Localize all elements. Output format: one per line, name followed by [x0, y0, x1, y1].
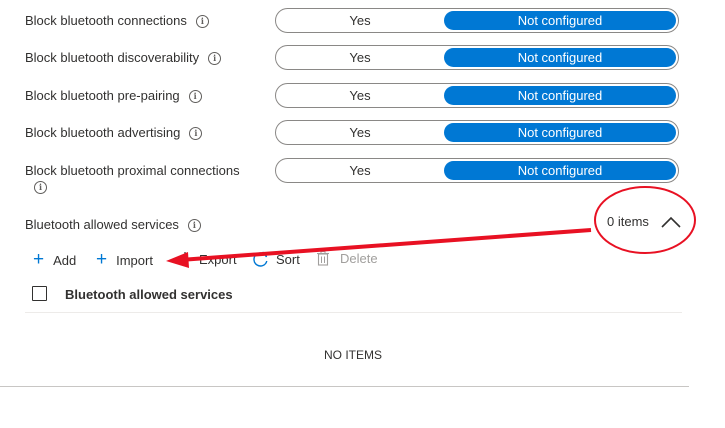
select-all-checkbox[interactable]: [32, 286, 47, 301]
setting-row-proximal: Block bluetooth proximal connections i Y…: [0, 158, 725, 198]
toggle-yes-option[interactable]: Yes: [276, 159, 444, 182]
setting-toggle: Yes Not configured: [275, 8, 679, 33]
setting-row-connections: Block bluetooth connections i Yes Not con…: [0, 8, 725, 34]
setting-label: Block bluetooth discoverability: [25, 50, 200, 65]
export-button-label: Export: [199, 251, 237, 267]
items-count: 0 items: [607, 214, 649, 229]
toggle-yes-option[interactable]: Yes: [276, 121, 444, 144]
chevron-up-icon[interactable]: [660, 215, 682, 229]
setting-label: Block bluetooth advertising: [25, 125, 181, 140]
add-button[interactable]: + Add: [33, 249, 77, 270]
empty-state-text: NO ITEMS: [323, 348, 382, 362]
table-divider: [25, 312, 682, 313]
trash-icon: [317, 251, 329, 266]
import-button-label: Import: [116, 252, 153, 268]
allowed-services-label: Bluetooth allowed services: [25, 217, 179, 232]
export-button[interactable]: Export: [178, 251, 237, 267]
toggle-yes-option[interactable]: Yes: [276, 9, 444, 32]
setting-toggle: Yes Not configured: [275, 83, 679, 108]
plus-icon: +: [33, 249, 45, 270]
setting-label: Block bluetooth proximal connections: [25, 163, 240, 178]
info-icon[interactable]: i: [195, 15, 209, 28]
delete-button[interactable]: Delete: [317, 251, 378, 266]
toggle-yes-option[interactable]: Yes: [276, 46, 444, 69]
toggle-not-configured-option[interactable]: Not configured: [444, 11, 676, 30]
add-button-label: Add: [53, 252, 77, 268]
import-button[interactable]: + Import: [96, 249, 153, 270]
setting-row-discoverability: Block bluetooth discoverability i Yes Not…: [0, 45, 725, 71]
setting-label: Block bluetooth connections: [25, 13, 187, 28]
toggle-not-configured-option[interactable]: Not configured: [444, 123, 676, 142]
section-divider: [0, 386, 689, 387]
sort-button-label: Sort: [276, 252, 300, 267]
delete-button-label: Delete: [340, 251, 378, 266]
sort-icon: [253, 251, 268, 267]
export-icon: [184, 252, 186, 263]
info-icon[interactable]: i: [208, 52, 222, 65]
sort-button[interactable]: Sort: [252, 251, 300, 268]
toggle-not-configured-option[interactable]: Not configured: [444, 161, 676, 180]
plus-icon: +: [96, 249, 108, 270]
setting-toggle: Yes Not configured: [275, 158, 679, 183]
setting-row-pre-pairing: Block bluetooth pre-pairing i Yes Not con…: [0, 83, 725, 109]
setting-toggle: Yes Not configured: [275, 45, 679, 70]
table-column-header[interactable]: Bluetooth allowed services: [65, 287, 233, 302]
setting-label: Block bluetooth pre-pairing: [25, 88, 180, 103]
setting-toggle: Yes Not configured: [275, 120, 679, 145]
info-icon[interactable]: i: [34, 181, 47, 194]
toggle-not-configured-option[interactable]: Not configured: [444, 48, 676, 67]
setting-row-advertising: Block bluetooth advertising i Yes Not con…: [0, 120, 725, 146]
toggle-yes-option[interactable]: Yes: [276, 84, 444, 107]
toggle-not-configured-option[interactable]: Not configured: [444, 86, 676, 105]
info-icon[interactable]: i: [188, 90, 202, 103]
allowed-services-header: Bluetooth allowed services i 0 items: [0, 210, 725, 240]
info-icon[interactable]: i: [187, 219, 201, 232]
info-icon[interactable]: i: [189, 127, 203, 140]
